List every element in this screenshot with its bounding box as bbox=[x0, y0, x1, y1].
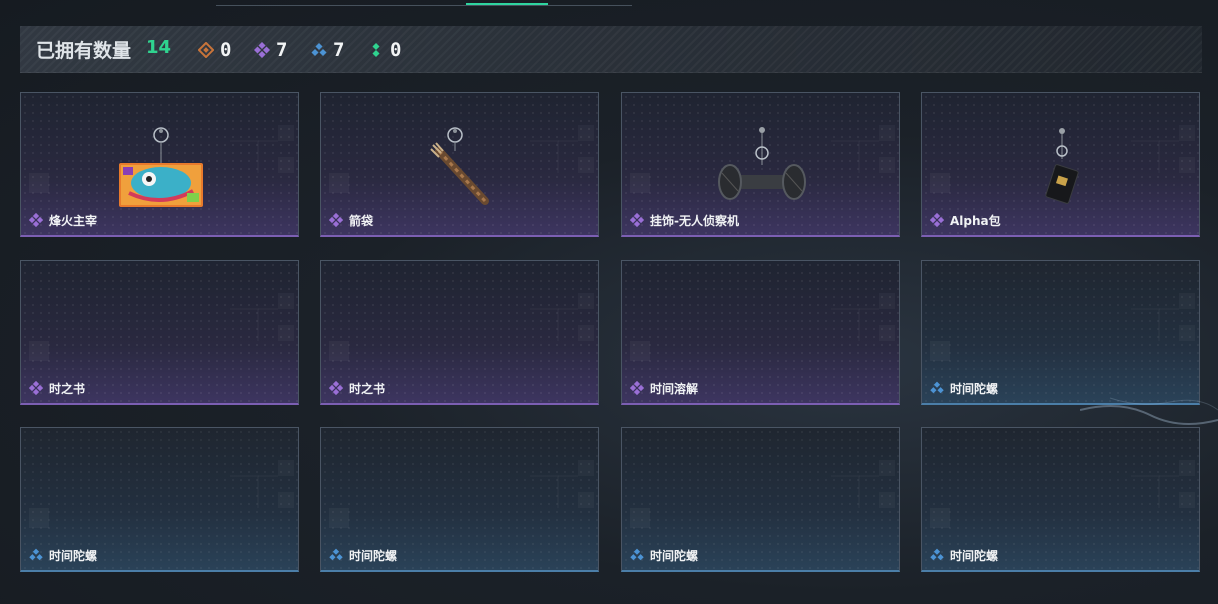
item-grid: 烽火主宰 箭袋 挂饰-无人侦察机 Alpha包 时之书 时之书 时间溶解 时间陀螺 时间陀螺 时间… bbox=[20, 92, 1202, 575]
card-deco-pattern bbox=[530, 475, 578, 508]
purple-rarity-icon bbox=[930, 213, 944, 227]
active-tab-indicator bbox=[466, 3, 548, 5]
item-label: 箭袋 bbox=[329, 212, 373, 228]
purple-rarity-icon bbox=[29, 381, 43, 395]
item-name: 时之书 bbox=[49, 381, 86, 396]
item-name: Alpha包 bbox=[950, 213, 1001, 228]
item-card[interactable]: 时间陀螺 bbox=[921, 427, 1200, 572]
purple-rarity-icon bbox=[329, 213, 343, 227]
item-name: 时间陀螺 bbox=[49, 548, 98, 563]
stat-orange-value: 0 bbox=[220, 39, 232, 61]
card-deco-square bbox=[930, 341, 950, 361]
blue-rarity-icon bbox=[930, 548, 944, 561]
card-deco-square bbox=[630, 341, 650, 361]
stat-blue-value: 7 bbox=[333, 39, 345, 61]
item-label: 时间溶解 bbox=[630, 380, 698, 396]
card-deco-square bbox=[930, 508, 950, 528]
item-card[interactable]: 挂饰-无人侦察机 bbox=[621, 92, 900, 237]
stat-green: 0 bbox=[368, 39, 401, 61]
purple-diamond-icon bbox=[254, 42, 270, 58]
card-deco-pattern bbox=[530, 308, 578, 341]
owned-count-label: 已拥有数量 bbox=[36, 40, 132, 62]
item-name: 时间陀螺 bbox=[650, 548, 699, 563]
item-card[interactable]: 时间陀螺 bbox=[621, 427, 900, 572]
purple-rarity-icon bbox=[630, 381, 644, 395]
card-deco-square bbox=[29, 341, 49, 361]
green-dots-icon bbox=[372, 42, 380, 58]
item-card[interactable]: Alpha包 bbox=[921, 92, 1200, 237]
card-deco-square bbox=[329, 508, 349, 528]
stat-purple: 7 bbox=[254, 39, 287, 61]
item-name: 箭袋 bbox=[349, 213, 374, 228]
top-header-strip bbox=[0, 0, 1218, 8]
card-deco-pattern bbox=[230, 475, 278, 508]
item-name: 时间溶解 bbox=[650, 381, 699, 396]
card-deco-pattern bbox=[1131, 475, 1179, 508]
item-label: 时间陀螺 bbox=[930, 380, 998, 396]
card-deco-square bbox=[29, 508, 49, 528]
purple-rarity-icon bbox=[630, 213, 644, 227]
item-label: Alpha包 bbox=[930, 212, 1001, 228]
item-label: 时间陀螺 bbox=[29, 547, 97, 563]
item-label: 时间陀螺 bbox=[630, 547, 698, 563]
item-name: 时间陀螺 bbox=[950, 548, 999, 563]
item-label: 挂饰-无人侦察机 bbox=[630, 212, 739, 228]
item-label: 时间陀螺 bbox=[930, 547, 998, 563]
card-deco-pattern bbox=[1131, 308, 1179, 341]
item-card[interactable]: 时间陀螺 bbox=[20, 427, 299, 572]
item-card[interactable]: 时之书 bbox=[320, 260, 599, 405]
stat-purple-value: 7 bbox=[276, 39, 288, 61]
item-name: 烽火主宰 bbox=[49, 213, 98, 228]
item-card[interactable]: 时间陀螺 bbox=[921, 260, 1200, 405]
owned-count-value: 14 bbox=[146, 37, 172, 58]
purple-rarity-icon bbox=[329, 381, 343, 395]
item-card[interactable]: 烽火主宰 bbox=[20, 92, 299, 237]
card-deco-pattern bbox=[831, 308, 879, 341]
card-deco-pattern bbox=[831, 475, 879, 508]
stat-green-value: 0 bbox=[390, 39, 402, 61]
blue-rarity-icon bbox=[29, 548, 43, 561]
card-deco-pattern bbox=[230, 308, 278, 341]
light-streak bbox=[1080, 397, 1218, 425]
stat-orange: 0 bbox=[198, 39, 231, 61]
item-card[interactable]: 箭袋 bbox=[320, 92, 599, 237]
blue-rarity-icon bbox=[329, 548, 343, 561]
item-label: 时之书 bbox=[329, 380, 385, 396]
card-deco-square bbox=[329, 341, 349, 361]
blue-rarity-icon bbox=[930, 381, 944, 394]
item-name: 时间陀螺 bbox=[349, 548, 398, 563]
stat-blue: 7 bbox=[311, 39, 344, 61]
item-card[interactable]: 时间陀螺 bbox=[320, 427, 599, 572]
item-label: 时间陀螺 bbox=[329, 547, 397, 563]
item-name: 时之书 bbox=[349, 381, 386, 396]
owned-summary-bar: 已拥有数量 14 0 7 7 0 bbox=[20, 26, 1202, 73]
top-tab-bar[interactable] bbox=[216, 0, 632, 6]
item-name: 挂饰-无人侦察机 bbox=[650, 213, 739, 228]
item-card[interactable]: 时之书 bbox=[20, 260, 299, 405]
card-deco-square bbox=[630, 508, 650, 528]
blue-diamond-icon bbox=[311, 42, 327, 57]
blue-rarity-icon bbox=[630, 548, 644, 561]
item-label: 烽火主宰 bbox=[29, 212, 97, 228]
orange-diamond-icon bbox=[198, 42, 214, 58]
item-card[interactable]: 时间溶解 bbox=[621, 260, 900, 405]
purple-rarity-icon bbox=[29, 213, 43, 227]
item-label: 时之书 bbox=[29, 380, 85, 396]
item-name: 时间陀螺 bbox=[950, 381, 999, 396]
